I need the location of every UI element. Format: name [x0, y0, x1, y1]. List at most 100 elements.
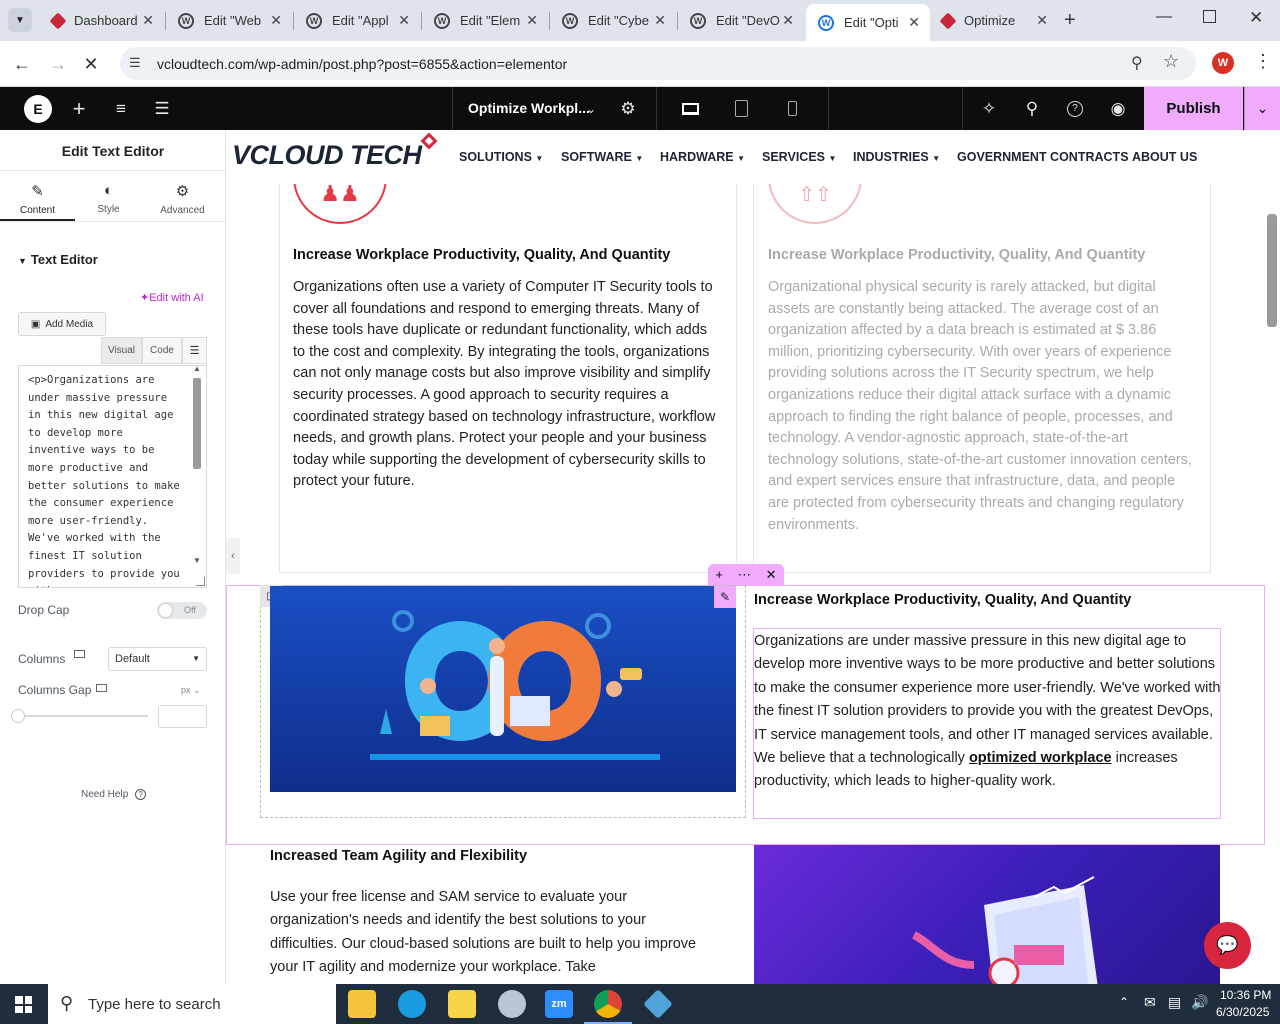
finder-search-icon[interactable]: ⚲ — [1019, 87, 1045, 130]
browser-tab[interactable]: W Edit "Web ✕ — [166, 4, 292, 37]
menu-item-government-contracts[interactable]: GOVERNMENT CONTRACTS — [957, 150, 1129, 164]
close-tab-icon[interactable]: ✕ — [398, 12, 410, 29]
optimized-workplace-link[interactable]: optimized workplace — [969, 750, 1112, 766]
columns-select[interactable]: Default ▼ — [108, 647, 207, 671]
profile-avatar[interactable]: W — [1212, 52, 1234, 74]
url-text[interactable]: vcloudtech.com/wp-admin/post.php?post=68… — [157, 56, 567, 72]
section-handle[interactable]: + ⋯ ✕ — [708, 564, 784, 585]
taskbar-search-box[interactable]: ⚲ Type here to search — [48, 984, 336, 1024]
chrome-icon[interactable] — [594, 990, 622, 1018]
gap-value-input[interactable] — [158, 705, 207, 728]
windows-start-icon[interactable] — [15, 996, 32, 1013]
network-icon[interactable]: ▤ — [1168, 994, 1181, 1011]
add-section-icon[interactable]: + — [715, 567, 723, 582]
structure-layers-icon[interactable]: ☰ — [149, 87, 175, 130]
clock-date[interactable]: 6/30/2025 — [1216, 1005, 1269, 1019]
close-tab-icon[interactable]: ✕ — [270, 12, 282, 29]
back-icon[interactable]: ← — [9, 51, 35, 77]
collapse-panel-icon[interactable]: ‹ — [226, 538, 240, 574]
text-editor-code-area[interactable]: <p>Organizations are under massive press… — [18, 365, 207, 588]
edit-widget-pencil-icon[interactable]: ✎ — [714, 586, 736, 608]
browser-tab[interactable]: W Edit "Elem ✕ — [422, 4, 548, 37]
analytics-illustration[interactable] — [754, 845, 1220, 984]
menu-item-software[interactable]: SOFTWARE ▼ — [561, 150, 643, 164]
snipping-tool-icon[interactable] — [498, 990, 526, 1018]
desktop-view-icon[interactable] — [676, 87, 704, 130]
tab-advanced[interactable]: ⚙ Advanced — [145, 182, 220, 216]
responsive-desktop-icon[interactable] — [74, 650, 85, 658]
section-toggle-text-editor[interactable]: ▼ Text Editor — [18, 252, 98, 267]
gap-slider[interactable] — [18, 715, 148, 717]
stop-loading-icon[interactable]: ✕ — [78, 51, 104, 77]
edit-with-ai-link[interactable]: ✦Edit with AI — [140, 291, 204, 304]
tablet-view-icon[interactable] — [727, 87, 755, 130]
close-window-icon[interactable]: ✕ — [1249, 8, 1263, 28]
delete-section-icon[interactable]: ✕ — [766, 567, 777, 583]
publish-options-chevron-icon[interactable]: ⌄ — [1244, 87, 1280, 130]
minimize-icon[interactable]: — — [1156, 8, 1172, 26]
preview-eye-icon[interactable]: ◉ — [1105, 87, 1131, 130]
add-media-button[interactable]: ▣ Add Media — [18, 312, 106, 336]
close-tab-icon[interactable]: ✕ — [654, 12, 666, 29]
add-element-icon[interactable]: + — [66, 87, 92, 130]
responsive-desktop-icon[interactable] — [96, 684, 107, 692]
tab-style[interactable]: ◐ Style — [71, 182, 146, 215]
browser-tab[interactable]: Dashboard ✕ — [40, 4, 164, 37]
drag-section-icon[interactable]: ⋯ — [738, 567, 751, 583]
menu-item-solutions[interactable]: SOLUTIONS ▼ — [459, 150, 543, 164]
forward-icon[interactable]: → — [45, 51, 71, 77]
browser-tab[interactable]: W Edit "Cybe ✕ — [550, 4, 676, 37]
need-help-link[interactable]: Need Help ? — [81, 789, 147, 800]
site-logo[interactable]: VCLOUD TECH — [232, 140, 422, 171]
tray-chevron-up-icon[interactable]: ⌃ — [1119, 995, 1129, 1009]
mobile-view-icon[interactable] — [778, 87, 806, 130]
toolbar-toggle-icon[interactable]: ☰ — [182, 337, 207, 364]
tray-notification-icon[interactable]: ✉ — [1144, 994, 1156, 1011]
volume-icon[interactable]: 🔊 — [1191, 994, 1208, 1011]
unit-selector[interactable]: px ⌄ — [181, 685, 201, 696]
publish-button[interactable]: Publish — [1144, 87, 1243, 130]
menu-item-about-us[interactable]: ABOUT US — [1132, 150, 1197, 164]
zoom-app-icon[interactable]: zm — [545, 990, 573, 1018]
resize-handle-icon[interactable] — [196, 577, 205, 586]
tab-content[interactable]: ✎ Content — [0, 182, 75, 216]
browser-menu-icon[interactable]: ⋮ — [1254, 51, 1272, 72]
drop-cap-toggle[interactable]: Off — [157, 602, 207, 619]
browser-tab-active[interactable]: W Edit "Opti ✕ — [806, 4, 930, 41]
help-icon[interactable]: ? — [1062, 87, 1088, 130]
maximize-icon[interactable] — [1203, 10, 1216, 23]
browser-tab[interactable]: Optimize ✕ — [930, 4, 1058, 37]
clock-time[interactable]: 10:36 PM — [1220, 988, 1271, 1002]
elementor-logo-icon[interactable]: E — [24, 87, 52, 130]
close-tab-icon[interactable]: ✕ — [908, 14, 920, 31]
close-tab-icon[interactable]: ✕ — [782, 12, 794, 29]
close-tab-icon[interactable]: ✕ — [142, 12, 154, 29]
edge-browser-icon[interactable] — [398, 990, 426, 1018]
zoom-icon[interactable]: ⚲ — [1131, 53, 1143, 73]
close-tab-icon[interactable]: ✕ — [1036, 12, 1048, 29]
menu-item-industries[interactable]: INDUSTRIES ▼ — [853, 150, 940, 164]
notifications-rocket-icon[interactable]: ✧ — [976, 87, 1002, 130]
app-diamond-icon[interactable] — [643, 989, 673, 1019]
browser-tab[interactable]: W Edit "DevO ✕ — [678, 4, 804, 37]
chevron-down-icon[interactable]: ⌄ — [582, 87, 600, 130]
canvas-scrollbar[interactable] — [1267, 214, 1277, 327]
tab-search-icon[interactable]: ▼ — [8, 8, 32, 32]
page-title-dropdown[interactable]: Optimize Workpl... — [468, 100, 590, 116]
sticky-notes-icon[interactable] — [448, 990, 476, 1018]
browser-tab[interactable]: W Edit "Appl ✕ — [294, 4, 420, 37]
code-tab[interactable]: Code — [142, 337, 182, 364]
menu-item-services[interactable]: SERVICES ▼ — [762, 150, 836, 164]
visual-tab[interactable]: Visual — [101, 337, 142, 364]
new-tab-icon[interactable]: + — [1064, 9, 1076, 32]
chat-bubble-button[interactable]: 💬 — [1204, 922, 1251, 969]
slider-handle[interactable] — [11, 709, 25, 723]
file-explorer-icon[interactable] — [348, 990, 376, 1018]
site-info-icon[interactable]: ☰ — [129, 55, 141, 71]
textarea-scrollbar[interactable] — [193, 378, 201, 469]
bookmark-star-icon[interactable]: ☆ — [1163, 51, 1179, 72]
page-settings-gear-icon[interactable]: ⚙ — [616, 87, 640, 130]
devops-illustration[interactable] — [270, 586, 736, 792]
menu-item-hardware[interactable]: HARDWARE ▼ — [660, 150, 745, 164]
close-tab-icon[interactable]: ✕ — [526, 12, 538, 29]
